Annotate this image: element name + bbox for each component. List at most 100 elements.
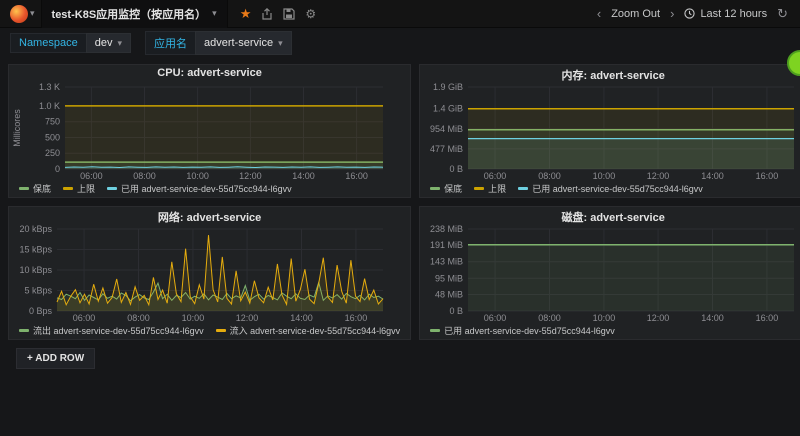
legend-swatch-icon — [430, 329, 440, 332]
chart-plot-area[interactable]: 06:0008:0010:0012:0014:0016:000250500750… — [11, 82, 393, 182]
legend-item[interactable]: 流入 advert-service-dev-55d75cc944-l6gvv — [216, 324, 401, 337]
cpu-chart: 06:0008:0010:0012:0014:0016:000250500750… — [11, 82, 408, 182]
add-row-button[interactable]: + ADD ROW — [16, 348, 95, 369]
variable-value-dropdown[interactable]: dev ▾ — [86, 33, 131, 53]
svg-text:06:00: 06:00 — [484, 171, 507, 181]
settings-gear-icon[interactable]: ⚙ — [305, 8, 316, 20]
time-range-picker[interactable]: Last 12 hours — [684, 8, 767, 20]
chart-plot-area[interactable]: 06:0008:0010:0012:0014:0016:000 B48 MiB9… — [422, 224, 800, 324]
clock-icon — [684, 8, 695, 19]
legend-item[interactable]: 上限 — [63, 182, 95, 195]
chevron-down-icon: ▾ — [212, 8, 217, 19]
svg-text:12:00: 12:00 — [647, 313, 670, 323]
svg-text:06:00: 06:00 — [73, 313, 96, 323]
legend-label: 保底 — [33, 182, 51, 195]
legend-label: 流出 advert-service-dev-55d75cc944-l6gvv — [33, 324, 204, 337]
time-range-label: Last 12 hours — [700, 8, 767, 20]
dashboard-title-dropdown[interactable]: test-K8S应用监控（按应用名） ▾ — [41, 0, 228, 28]
time-shift-back-icon[interactable]: ‹ — [597, 6, 601, 21]
legend: 流出 advert-service-dev-55d75cc944-l6gvv 流入… — [9, 324, 410, 337]
page-title: test-K8S应用监控（按应用名） — [52, 6, 207, 22]
legend-label: 流入 advert-service-dev-55d75cc944-l6gvv — [230, 324, 401, 337]
chart-plot-area[interactable]: 06:0008:0010:0012:0014:0016:000 B477 MiB… — [422, 82, 800, 182]
side-menu-toggle[interactable]: ▾ — [6, 5, 39, 23]
svg-text:0 B: 0 B — [450, 306, 464, 316]
time-shift-forward-icon[interactable]: › — [670, 6, 674, 21]
svg-text:14:00: 14:00 — [292, 171, 315, 181]
svg-text:15 kBps: 15 kBps — [19, 245, 52, 255]
svg-text:08:00: 08:00 — [538, 313, 561, 323]
svg-text:1.9 GiB: 1.9 GiB — [433, 82, 463, 92]
navbar: ▾ test-K8S应用监控（按应用名） ▾ ★ ⚙ ‹ Zoom Out › … — [0, 0, 800, 28]
svg-text:12:00: 12:00 — [647, 171, 670, 181]
refresh-icon[interactable]: ↻ — [777, 6, 788, 22]
legend-label: 保底 — [444, 182, 462, 195]
svg-text:16:00: 16:00 — [345, 171, 368, 181]
svg-text:0: 0 — [55, 164, 60, 174]
variable-label: 应用名 — [145, 31, 195, 55]
svg-text:14:00: 14:00 — [701, 171, 724, 181]
legend-item[interactable]: 已用 advert-service-dev-55d75cc944-l6gvv — [518, 182, 703, 195]
legend-item[interactable]: 已用 advert-service-dev-55d75cc944-l6gvv — [430, 324, 615, 337]
legend-item[interactable]: 流出 advert-service-dev-55d75cc944-l6gvv — [19, 324, 204, 337]
variable-namespace: Namespace dev ▾ — [10, 33, 131, 53]
svg-text:20 kBps: 20 kBps — [19, 224, 52, 234]
template-variables-row: Namespace dev ▾ 应用名 advert-service ▾ — [0, 28, 800, 58]
panel-disk: 磁盘: advert-service 06:0008:0010:0012:001… — [419, 206, 800, 340]
svg-text:16:00: 16:00 — [756, 313, 779, 323]
legend-label: 已用 advert-service-dev-55d75cc944-l6gvv — [444, 324, 615, 337]
variable-value-dropdown[interactable]: advert-service ▾ — [195, 31, 292, 55]
svg-text:12:00: 12:00 — [239, 171, 262, 181]
star-icon[interactable]: ★ — [240, 7, 252, 20]
svg-text:143 MiB: 143 MiB — [430, 257, 463, 267]
variable-label: Namespace — [10, 33, 86, 53]
panel-memory: 内存: advert-service 06:0008:0010:0012:001… — [419, 64, 800, 198]
time-controls: ‹ Zoom Out › Last 12 hours ↻ — [597, 6, 794, 22]
svg-text:12:00: 12:00 — [236, 313, 259, 323]
svg-text:06:00: 06:00 — [484, 313, 507, 323]
svg-text:08:00: 08:00 — [133, 171, 156, 181]
panel-title[interactable]: 磁盘: advert-service — [420, 207, 800, 224]
svg-text:08:00: 08:00 — [127, 313, 150, 323]
svg-text:1.4 GiB: 1.4 GiB — [433, 104, 463, 114]
svg-text:750: 750 — [45, 117, 60, 127]
zoom-out-button[interactable]: Zoom Out — [611, 8, 660, 20]
svg-text:191 MiB: 191 MiB — [430, 240, 463, 250]
svg-text:Millicores: Millicores — [12, 109, 22, 147]
svg-text:16:00: 16:00 — [345, 313, 368, 323]
dashboard-toolbar: ★ ⚙ — [230, 7, 326, 20]
legend-swatch-icon — [107, 187, 117, 190]
panel-title[interactable]: CPU: advert-service — [9, 65, 410, 82]
share-icon[interactable] — [261, 8, 273, 20]
legend-label: 上限 — [77, 182, 95, 195]
variable-value: dev — [95, 37, 113, 49]
legend-item[interactable]: 保底 — [430, 182, 462, 195]
legend-item[interactable]: 上限 — [474, 182, 506, 195]
panel-cpu: CPU: advert-service 06:0008:0010:0012:00… — [8, 64, 411, 198]
legend-label: 已用 advert-service-dev-55d75cc944-l6gvv — [532, 182, 703, 195]
svg-text:5 kBps: 5 kBps — [24, 286, 52, 296]
legend-swatch-icon — [19, 329, 29, 332]
svg-text:250: 250 — [45, 148, 60, 158]
svg-text:08:00: 08:00 — [538, 171, 561, 181]
legend-swatch-icon — [63, 187, 73, 190]
legend-item[interactable]: 保底 — [19, 182, 51, 195]
svg-text:16:00: 16:00 — [756, 171, 779, 181]
panel-title[interactable]: 内存: advert-service — [420, 65, 800, 82]
grafana-logo-icon — [10, 5, 28, 23]
legend-label: 上限 — [488, 182, 506, 195]
legend-swatch-icon — [19, 187, 29, 190]
svg-text:06:00: 06:00 — [80, 171, 103, 181]
svg-text:10 kBps: 10 kBps — [19, 265, 52, 275]
panel-network: 网络: advert-service 06:0008:0010:0012:001… — [8, 206, 411, 340]
legend-item[interactable]: 已用 advert-service-dev-55d75cc944-l6gvv — [107, 182, 292, 195]
svg-text:0 B: 0 B — [450, 164, 464, 174]
panel-title[interactable]: 网络: advert-service — [9, 207, 410, 224]
variable-value: advert-service — [204, 37, 273, 49]
legend-swatch-icon — [430, 187, 440, 190]
legend-label: 已用 advert-service-dev-55d75cc944-l6gvv — [121, 182, 292, 195]
chart-plot-area[interactable]: 06:0008:0010:0012:0014:0016:000 Bps5 kBp… — [11, 224, 393, 324]
save-icon[interactable] — [283, 8, 295, 20]
svg-text:477 MiB: 477 MiB — [430, 144, 463, 154]
svg-text:14:00: 14:00 — [290, 313, 313, 323]
